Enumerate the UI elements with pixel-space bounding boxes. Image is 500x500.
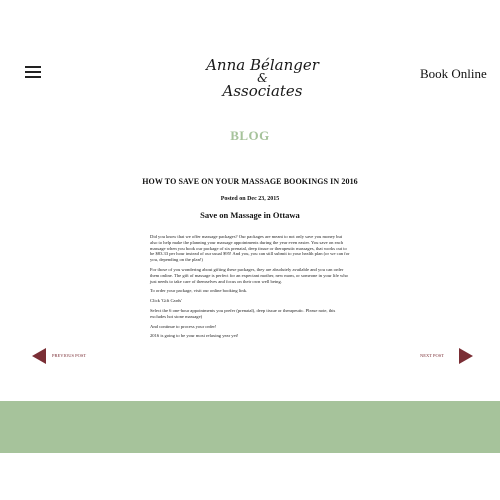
post-body: Did you know that we offer massage packa… [150, 234, 350, 343]
post-paragraph: 2016 is going to be your most relaxing y… [150, 333, 239, 339]
previous-post-label: PREVIOUS POST [52, 353, 87, 358]
post-paragraph: And continue to process your order! [150, 323, 217, 329]
post-paragraph: For those of you wondering about gifting… [150, 266, 348, 284]
blog-heading: BLOG [230, 128, 270, 143]
site-logo[interactable]: Anna Bélanger & Associates [200, 55, 325, 103]
menu-bar [25, 66, 41, 68]
arrow-right-icon [459, 348, 473, 364]
hamburger-menu-icon[interactable] [25, 66, 41, 78]
post-paragraph: Select the 6 one-hour appointments you p… [150, 307, 336, 319]
previous-post-link[interactable]: PREVIOUS POST [32, 348, 112, 364]
post-date: Posted on Dec 23, 2015 [220, 196, 280, 202]
arrow-left-icon [32, 348, 46, 364]
post-paragraph: Did you know that we offer massage packa… [150, 234, 350, 263]
site-header: Anna Bélanger & Associates Book Online [0, 0, 500, 120]
book-online-link[interactable]: Book Online [420, 66, 495, 82]
post-paragraph: Click 'Gift Cards' [150, 298, 183, 304]
menu-bar [25, 71, 41, 73]
next-post-label: NEXT POST [420, 353, 445, 358]
post-subtitle: Save on Massage in Ottawa [200, 210, 300, 220]
logo-line-associates: Associates [222, 82, 303, 100]
menu-bar [25, 76, 41, 78]
next-post-link[interactable]: NEXT POST [408, 348, 473, 364]
post-paragraph: To order your package, visit our online … [150, 288, 248, 294]
footer-band [0, 401, 500, 453]
post-title: HOW TO SAVE ON YOUR MASSAGE BOOKINGS IN … [142, 177, 358, 186]
